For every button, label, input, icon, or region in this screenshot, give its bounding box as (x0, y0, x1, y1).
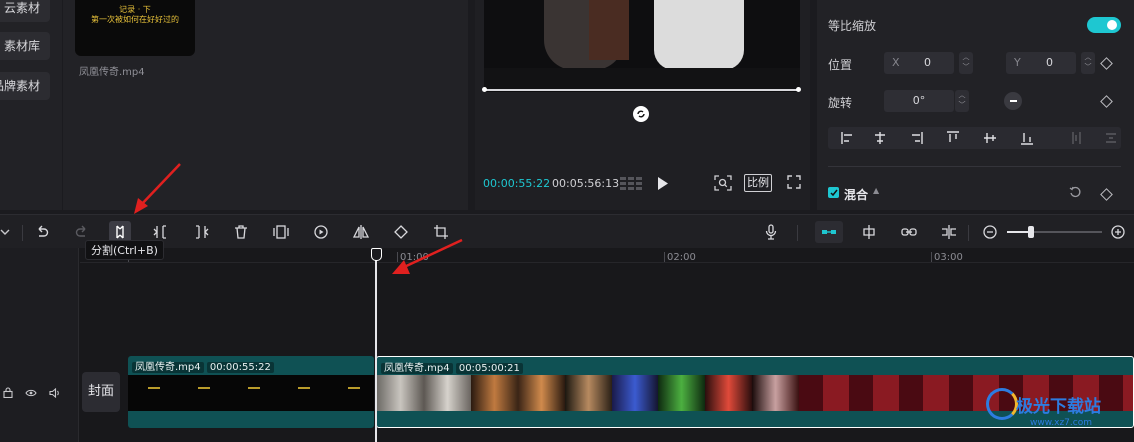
chevron-up-icon[interactable]: ▲ (873, 186, 879, 195)
eye-icon[interactable] (25, 387, 37, 401)
annotation-arrow-icon (134, 163, 181, 214)
nav-item-cloud[interactable]: 云素材 (0, 0, 50, 22)
frame-text-mark (148, 387, 160, 389)
play-circle-icon[interactable] (310, 221, 332, 243)
rotate-handle-icon[interactable] (633, 106, 649, 122)
divider (828, 166, 1121, 167)
total-time: 00:05:56:13 (552, 177, 620, 190)
ruler-tick (664, 252, 665, 262)
ratio-button[interactable]: 比例 (744, 174, 772, 192)
align-toolbar (828, 127, 1121, 149)
position-y-field[interactable]: Y 0 (1006, 52, 1076, 74)
magnet-snap-icon[interactable] (815, 221, 843, 243)
microphone-icon[interactable] (760, 221, 782, 243)
zoom-slider-handle[interactable] (1028, 226, 1034, 238)
freeze-frame-icon[interactable] (270, 221, 292, 243)
crop-handle-left[interactable] (482, 87, 487, 92)
blend-keyframe-icon[interactable] (1100, 188, 1113, 201)
y-stepper[interactable]: ︿ ﹀ (1081, 52, 1095, 74)
toolbar-divider (968, 225, 969, 241)
y-axis-label: Y (1014, 56, 1021, 69)
toolbar-divider (22, 225, 23, 241)
frame-text-mark (248, 387, 260, 389)
crop-handle-right[interactable] (796, 87, 801, 92)
zoom-in-icon[interactable] (1107, 221, 1129, 243)
blend-checkbox[interactable] (828, 187, 839, 198)
undo-icon[interactable] (31, 221, 53, 243)
ruler-label-3: 03:00 (934, 252, 963, 263)
frame-text-mark (348, 387, 360, 389)
crop-bar[interactable] (484, 89, 800, 91)
playhead-line (375, 258, 377, 442)
zoom-out-icon[interactable] (979, 221, 1001, 243)
position-label: 位置 (828, 58, 853, 72)
chevron-down-icon[interactable] (0, 221, 16, 243)
watermark-url: www.xz7.com (1030, 418, 1092, 428)
reset-icon[interactable] (1069, 186, 1082, 202)
annotation-arrow-icon (392, 238, 463, 274)
timecode-grid-icon[interactable] (620, 176, 642, 190)
media-filename: 凤凰传奇.mp4 (79, 67, 145, 78)
delete-icon[interactable] (230, 221, 252, 243)
watermark-logo-icon (986, 388, 1018, 420)
clip-2-header: 凤凰传奇.mp4 00:05:00:21 (381, 359, 523, 374)
toolbar-divider (797, 225, 798, 241)
blend-label: 混合 (844, 188, 869, 202)
clip-2-name: 凤凰传奇.mp4 (381, 363, 453, 374)
toggle-knob (1107, 20, 1117, 30)
clip-1-duration: 00:00:55:22 (206, 362, 274, 373)
frame-text-mark (298, 387, 310, 389)
person-hair (589, 0, 629, 60)
split-tooltip: 分割(Ctrl+B) (85, 240, 164, 260)
track-header (0, 248, 79, 442)
position-x-field[interactable]: X 0 (884, 52, 954, 74)
mirror-icon[interactable] (350, 221, 372, 243)
thumb-text-2: 第一次被如何在好好过的 (91, 15, 179, 24)
ruler-baseline (80, 262, 1134, 263)
position-keyframe-icon[interactable] (1100, 57, 1113, 70)
uniform-scale-label: 等比缩放 (828, 19, 877, 33)
nav-item-brand[interactable]: 品牌素材 (0, 72, 50, 100)
preview-axis-icon[interactable] (938, 221, 960, 243)
x-axis-label: X (892, 56, 900, 69)
y-value: 0 (1046, 56, 1053, 69)
rotate-field[interactable]: 0° (884, 90, 954, 112)
rotate-keyframe-icon[interactable] (1100, 95, 1113, 108)
split-right-icon[interactable] (190, 221, 212, 243)
x-stepper[interactable]: ︿ ﹀ (959, 52, 973, 74)
properties-panel: 等比缩放 位置 X 0 ︿ ﹀ Y 0 ︿ ﹀ 旋转 0° ︿ ﹀ 混合 ▲ (817, 0, 1134, 210)
lock-icon[interactable] (3, 387, 13, 401)
video-clip-1[interactable]: 凤凰传奇.mp4 00:00:55:22 (128, 356, 374, 428)
current-time: 00:00:55:22 (483, 177, 551, 190)
watermark-text: 极光下载站 (1016, 397, 1101, 417)
rotate-label: 旋转 (828, 96, 853, 110)
fullscreen-icon[interactable] (787, 175, 801, 192)
media-thumbnail[interactable]: 记录 · 下 第一次被如何在好好过的 (75, 0, 195, 56)
ruler-tick (931, 252, 932, 262)
rotate-dial-icon[interactable] (1004, 92, 1022, 110)
speaker-icon[interactable] (49, 387, 61, 401)
video-preview (484, 0, 800, 92)
frame-text-mark (198, 387, 210, 389)
clip-1-name: 凤凰传奇.mp4 (132, 362, 204, 373)
cover-button[interactable]: 封面 (82, 372, 120, 412)
left-nav: 云素材 素材库 品牌素材 (0, 0, 62, 210)
rotate-stepper[interactable]: ︿ ﹀ (955, 90, 969, 112)
clip-1-frames (128, 375, 374, 411)
person-figure-white (654, 0, 744, 70)
play-icon[interactable] (657, 177, 669, 193)
zoom-fit-icon[interactable] (714, 175, 732, 194)
clip-1-header: 凤凰传奇.mp4 00:00:55:22 (132, 358, 274, 373)
uniform-scale-toggle[interactable] (1087, 17, 1121, 33)
x-value: 0 (924, 56, 931, 69)
video-letterbox (484, 68, 800, 90)
link-icon[interactable] (898, 221, 920, 243)
ruler-label-2: 02:00 (667, 252, 696, 263)
link-split-icon[interactable] (858, 221, 880, 243)
clip-2-duration: 00:05:00:21 (455, 363, 523, 374)
nav-item-library[interactable]: 素材库 (0, 32, 50, 60)
